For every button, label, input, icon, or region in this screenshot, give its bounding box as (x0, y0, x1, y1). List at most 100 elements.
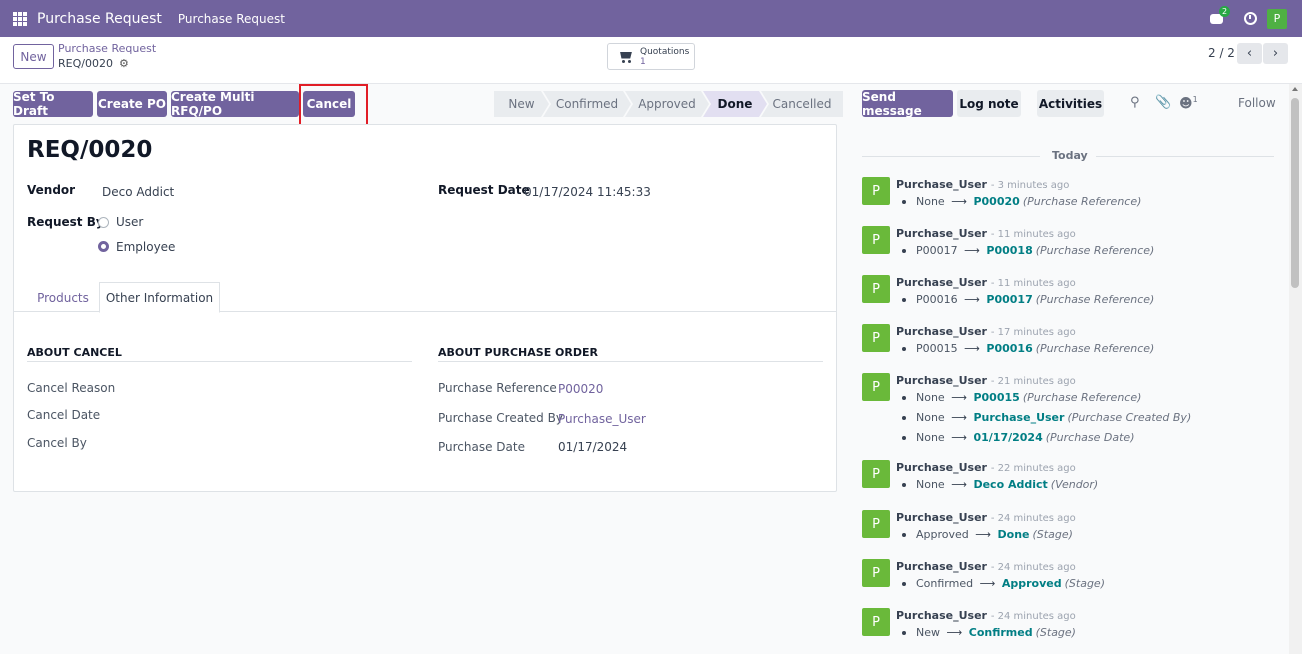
chatter-message: P Purchase_User - 11 minutes ago P00017 ⟶ … (862, 226, 1282, 257)
arrow-right-icon: ⟶ (971, 528, 995, 541)
today-separator: Today (1052, 149, 1088, 162)
author-avatar[interactable]: P (862, 226, 890, 254)
tracking-change: Confirmed ⟶ Approved (Stage) (902, 577, 1105, 590)
scroll-up-arrow[interactable] (1292, 87, 1298, 91)
request-by-employee-label[interactable]: Employee (116, 240, 175, 254)
message-author[interactable]: Purchase_User - 3 minutes ago (896, 178, 1069, 191)
message-author[interactable]: Purchase_User - 24 minutes ago (896, 511, 1076, 524)
followers-count: 1 (1192, 95, 1198, 104)
search-icon[interactable]: ⚲ (1130, 95, 1140, 110)
message-author[interactable]: Purchase_User - 17 minutes ago (896, 325, 1076, 338)
apps-grid-icon[interactable] (13, 11, 27, 26)
message-author[interactable]: Purchase_User - 11 minutes ago (896, 276, 1076, 289)
today-divider-right (1096, 156, 1274, 157)
message-author[interactable]: Purchase_User - 11 minutes ago (896, 227, 1076, 240)
vendor-field[interactable]: Deco Addict (102, 185, 174, 199)
log-note-button[interactable]: Log note (957, 90, 1021, 117)
message-author[interactable]: Purchase_User - 24 minutes ago (896, 560, 1076, 573)
author-name[interactable]: Purchase_User (896, 227, 987, 240)
purchase-reference-link[interactable]: P00020 (558, 382, 603, 396)
author-name[interactable]: Purchase_User (896, 511, 987, 524)
stage-cancelled[interactable]: Cancelled (761, 91, 843, 117)
new-value: P00016 (986, 342, 1033, 355)
create-po-button[interactable]: Create PO (97, 91, 167, 117)
request-by-user-label[interactable]: User (116, 215, 143, 229)
arrow-right-icon: ⟶ (947, 478, 971, 491)
request-by-user-radio[interactable] (98, 217, 109, 228)
stage-done[interactable]: Done (703, 91, 767, 117)
activity-clock-icon[interactable] (1244, 12, 1257, 25)
pager-previous-button[interactable]: ‹ (1237, 43, 1262, 64)
stage-new[interactable]: New (494, 91, 549, 117)
purchase-reference-label: Purchase Reference (438, 381, 557, 395)
author-avatar[interactable]: P (862, 275, 890, 303)
author-avatar[interactable]: P (862, 373, 890, 401)
author-name[interactable]: Purchase_User (896, 609, 987, 622)
new-button[interactable]: New (13, 44, 54, 69)
old-value: None (916, 391, 945, 404)
stage-confirmed[interactable]: Confirmed (543, 91, 631, 117)
author-name[interactable]: Purchase_User (896, 325, 987, 338)
quotations-smart-button[interactable]: Quotations 1 (607, 43, 695, 70)
app-name[interactable]: Purchase Request (37, 11, 162, 27)
tab-products[interactable]: Products (27, 282, 99, 313)
gear-icon[interactable]: ⚙ (119, 57, 129, 70)
message-time: - 17 minutes ago (990, 327, 1076, 338)
purchase-created-by-link[interactable]: Purchase_User (558, 412, 646, 426)
breadcrumb-parent[interactable]: Purchase Request (58, 42, 156, 55)
about-purchase-order-title: ABOUT PURCHASE ORDER (438, 346, 598, 359)
pager-next-button[interactable]: › (1263, 43, 1288, 64)
tracking-change: P00017 ⟶ P00018 (Purchase Reference) (902, 244, 1154, 257)
old-value: None (916, 478, 945, 491)
author-name[interactable]: Purchase_User (896, 461, 987, 474)
scroll-thumb[interactable] (1291, 98, 1299, 288)
author-avatar[interactable]: P (862, 559, 890, 587)
chatter-message: P Purchase_User - 11 minutes ago P00016 ⟶ … (862, 275, 1282, 306)
menu-purchase-request[interactable]: Purchase Request (178, 12, 285, 26)
author-name[interactable]: Purchase_User (896, 276, 987, 289)
chatter-message: P Purchase_User - 3 minutes ago None ⟶ P00… (862, 177, 1282, 208)
bullet-icon (902, 533, 906, 537)
bullet-icon (902, 396, 906, 400)
pager-value[interactable]: 2 / 2 (1208, 46, 1235, 60)
scrollbar[interactable] (1289, 84, 1302, 654)
quotations-label: Quotations (640, 46, 690, 57)
author-name[interactable]: Purchase_User (896, 374, 987, 387)
author-avatar[interactable]: P (862, 460, 890, 488)
messaging-icon[interactable]: 2 (1210, 5, 1231, 26)
follow-button[interactable]: Follow (1238, 96, 1276, 110)
paperclip-icon[interactable]: 📎 (1155, 95, 1171, 110)
create-multi-rfq-po-button[interactable]: Create Multi RFQ/PO (171, 90, 299, 118)
message-author[interactable]: Purchase_User - 24 minutes ago (896, 609, 1076, 622)
author-avatar[interactable]: P (862, 324, 890, 352)
tracked-field-name: (Purchase Date) (1045, 431, 1135, 444)
author-avatar[interactable]: P (862, 177, 890, 205)
activities-button[interactable]: Activities (1037, 90, 1104, 117)
message-author[interactable]: Purchase_User - 22 minutes ago (896, 461, 1076, 474)
chatter-message: P Purchase_User - 21 minutes ago None ⟶ P0… (862, 373, 1282, 444)
author-avatar[interactable]: P (862, 608, 890, 636)
user-avatar[interactable]: P (1267, 8, 1287, 29)
control-panel: New Purchase Request REQ/0020 ⚙ Quotatio… (0, 37, 1302, 84)
messaging-badge: 2 (1219, 5, 1231, 17)
today-divider-left (862, 156, 1040, 157)
send-message-button[interactable]: Send message (862, 90, 953, 118)
tab-other-information[interactable]: Other Information (99, 282, 220, 313)
request-by-employee-radio[interactable] (98, 241, 109, 252)
old-value: Approved (916, 528, 969, 541)
message-author[interactable]: Purchase_User - 21 minutes ago (896, 374, 1076, 387)
author-name[interactable]: Purchase_User (896, 178, 987, 191)
tracking-change: P00015 ⟶ P00016 (Purchase Reference) (902, 342, 1154, 355)
tracking-change: None ⟶ 01/17/2024 (Purchase Date) (902, 431, 1135, 444)
set-to-draft-button[interactable]: Set To Draft (13, 90, 93, 118)
arrow-right-icon: ⟶ (943, 626, 966, 639)
followers-icon[interactable]: ☻1 (1179, 95, 1198, 111)
about-cancel-divider (27, 361, 412, 362)
author-name[interactable]: Purchase_User (896, 560, 987, 573)
tracked-field-name: (Vendor) (1050, 478, 1099, 491)
chatter-message: P Purchase_User - 22 minutes ago None ⟶ De… (862, 460, 1282, 491)
request-date-field[interactable]: 01/17/2024 11:45:33 (524, 185, 651, 199)
tracked-field-name: (Purchase Reference) (1035, 293, 1155, 306)
author-avatar[interactable]: P (862, 510, 890, 538)
stage-approved[interactable]: Approved (625, 91, 709, 117)
